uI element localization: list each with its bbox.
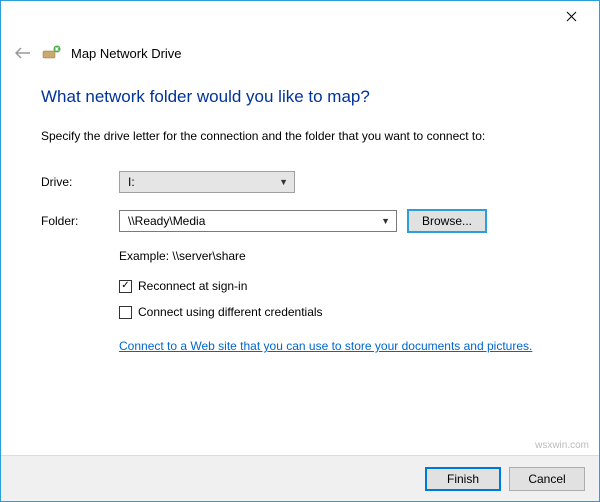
example-text: Example: \\server\share [119, 249, 559, 263]
credentials-label: Connect using different credentials [138, 305, 323, 319]
website-link[interactable]: Connect to a Web site that you can use t… [119, 339, 532, 353]
chevron-down-icon: ▼ [279, 177, 288, 187]
credentials-checkbox[interactable] [119, 306, 132, 319]
drive-value: I: [128, 175, 135, 189]
folder-row: Folder: \\Ready\Media ▼ Browse... [41, 209, 559, 233]
window-title: Map Network Drive [71, 46, 182, 61]
back-button[interactable] [15, 45, 31, 61]
back-arrow-icon [15, 47, 31, 59]
chevron-down-icon: ▼ [381, 216, 390, 226]
browse-button[interactable]: Browse... [407, 209, 487, 233]
reconnect-row: ✓ Reconnect at sign-in [119, 279, 559, 293]
folder-combobox[interactable]: \\Ready\Media ▼ [119, 210, 397, 232]
reconnect-label: Reconnect at sign-in [138, 279, 247, 293]
content-area: What network folder would you like to ma… [1, 63, 599, 353]
titlebar [1, 1, 599, 37]
close-icon [566, 11, 577, 22]
page-subhead: Specify the drive letter for the connect… [41, 129, 559, 143]
folder-value: \\Ready\Media [128, 214, 205, 228]
footer-bar: Finish Cancel [1, 455, 599, 501]
drive-row: Drive: I: ▼ [41, 171, 559, 193]
header-row: Map Network Drive [1, 37, 599, 63]
credentials-row: Connect using different credentials [119, 305, 559, 319]
watermark: wsxwin.com [535, 440, 589, 451]
close-button[interactable] [551, 5, 591, 29]
reconnect-checkbox[interactable]: ✓ [119, 280, 132, 293]
page-heading: What network folder would you like to ma… [41, 87, 559, 107]
drive-select[interactable]: I: ▼ [119, 171, 295, 193]
finish-button[interactable]: Finish [425, 467, 501, 491]
cancel-button[interactable]: Cancel [509, 467, 585, 491]
folder-label: Folder: [41, 214, 119, 228]
drive-label: Drive: [41, 175, 119, 189]
network-drive-icon [41, 43, 61, 63]
